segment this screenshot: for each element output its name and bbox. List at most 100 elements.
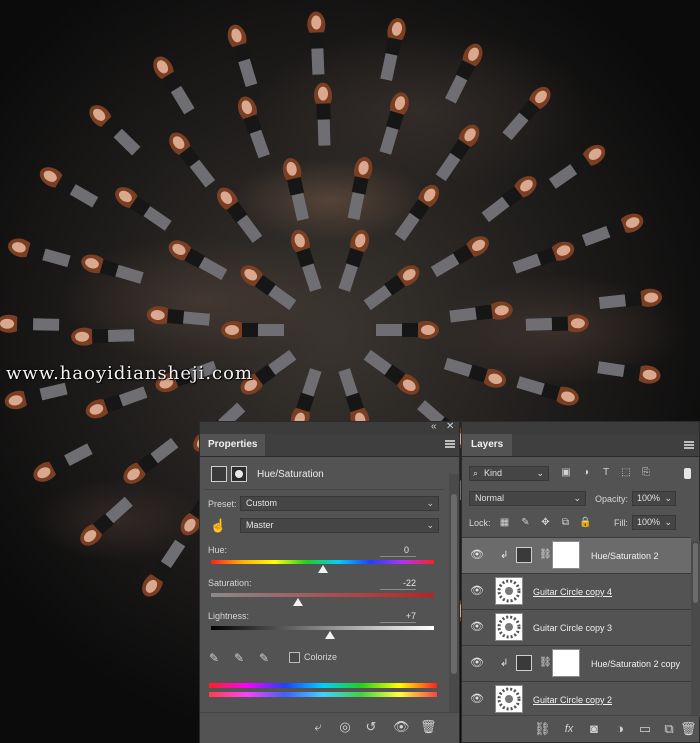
filter-toggle[interactable] [684,468,691,479]
adjustment-header: Hue/Saturation [211,464,324,484]
tab-layers[interactable]: Layers [462,434,513,456]
link-icon[interactable]: ⛓ [539,657,552,668]
hue-slider-thumb[interactable] [317,565,328,573]
pixel-filter-icon[interactable]: ▣ [559,466,573,480]
adjustment-icon[interactable] [211,466,227,482]
eye-icon[interactable]: 👁 [470,549,484,561]
layers-scrollbar[interactable] [691,541,700,717]
hue-value[interactable]: 0 [379,545,409,555]
saturation-slider-track[interactable] [211,593,434,597]
figure-mark [443,357,507,388]
menu-icon[interactable] [684,441,694,449]
lock-icon[interactable]: 🔒 [579,516,592,529]
eye-icon[interactable]: 👁 [470,621,484,633]
figure-mark [548,144,606,189]
opacity-label: Opacity: [595,494,629,504]
lock-transparent-icon[interactable]: ▦ [498,516,511,529]
blend-mode-select[interactable]: Normal ⌄ [469,491,586,506]
reset-icon[interactable]: ↺ [363,719,379,735]
layer-row[interactable]: 👁 Guitar Circle copy 4 [462,573,691,609]
eyedropper-minus-icon[interactable]: ✎ [259,651,273,665]
lightness-value[interactable]: +7 [386,611,416,621]
eye-icon[interactable]: 👁 [470,657,484,669]
layer-thumbnail[interactable] [495,577,523,605]
adjustment-layer-icon[interactable]: ◑ [612,721,628,737]
layer-thumbnail[interactable] [495,613,523,641]
view-previous-icon[interactable]: ◎ [337,719,353,735]
eye-icon[interactable]: 👁 [470,585,484,597]
smart-object-filter-icon[interactable]: ⎘ [639,466,653,480]
layer-name[interactable]: Guitar Circle copy 3 [533,623,612,633]
tab-properties[interactable]: Properties [200,434,266,456]
hue-value-underline [380,556,416,557]
close-icon[interactable]: ✕ [446,421,454,432]
eye-icon[interactable]: 👁 [470,693,484,705]
layer-mask-thumbnail[interactable] [552,541,580,569]
figure-mark [481,176,537,223]
hue-label: Hue: [208,545,228,555]
type-filter-icon[interactable]: T [599,466,613,480]
link-icon[interactable]: ⛓ [539,549,552,560]
figure-mark [240,265,297,311]
properties-bottom-bar: ⤶ ◎ ↺ 👁 🗑 [200,712,459,743]
figure-mark [81,254,144,284]
menu-icon[interactable] [445,440,455,448]
layer-name[interactable]: Hue/Saturation 2 [591,551,659,561]
properties-scrollbar[interactable] [449,474,459,719]
figure-mark [237,96,270,159]
saturation-value[interactable]: -22 [386,578,416,588]
layer-mask-thumbnail[interactable] [552,649,580,677]
blend-mode-value: Normal [475,493,505,503]
scrollbar-thumb[interactable] [693,543,698,603]
layer-row[interactable]: 👁 Guitar Circle copy 2 [462,681,691,717]
scrollbar-thumb[interactable] [451,494,457,674]
layer-name[interactable]: Guitar Circle copy 2 [533,695,612,705]
fx-icon[interactable]: fx [561,721,577,737]
figure-mark [314,82,333,146]
layer-row[interactable]: 👁 ↲ ⛓ Hue/Saturation 2 copy [462,645,691,681]
collapse-icon[interactable]: « [431,421,437,432]
trash-icon[interactable]: 🗑 [680,721,697,737]
lightness-slider-track[interactable] [211,626,434,630]
layer-name[interactable]: Guitar Circle copy 4 [533,587,612,597]
eyedropper-plus-icon[interactable]: ✎ [234,651,248,665]
layer-row[interactable]: 👁 ↲ ⛓ Hue/Saturation 2 [462,537,691,573]
figure-mark [430,236,489,278]
chevron-down-icon: ⌄ [426,498,434,508]
mask-icon[interactable] [231,466,247,482]
lock-artboard-icon[interactable]: ⧉ [559,516,572,529]
figure-mark [227,24,258,87]
figure-mark [153,56,195,115]
layer-thumbnail[interactable] [495,685,523,713]
shape-filter-icon[interactable]: ⬚ [619,466,633,480]
input-spectrum-bar [209,683,437,688]
link-layers-icon[interactable]: ⛓ [534,721,551,737]
figure-mark [89,105,141,156]
saturation-slider-thumb[interactable] [292,598,303,606]
layer-name[interactable]: Hue/Saturation 2 copy [591,659,680,669]
hand-target-icon[interactable]: ☝ [210,518,226,534]
opacity-field[interactable]: 100% ⌄ [632,491,676,506]
visibility-icon[interactable]: 👁 [393,719,410,735]
mask-icon[interactable]: ◙ [586,721,602,737]
trash-icon[interactable]: 🗑 [420,719,437,735]
figure-mark [380,17,406,82]
opacity-value: 100% [637,493,661,503]
folder-icon[interactable]: ▭ [637,721,653,737]
lightness-slider-thumb[interactable] [325,631,336,639]
preset-select[interactable]: Custom ⌄ [240,496,439,511]
adjustment-filter-icon[interactable]: ◑ [579,466,593,480]
eyedropper-icon[interactable]: ✎ [209,651,223,665]
channel-select[interactable]: Master ⌄ [240,518,439,533]
new-layer-icon[interactable]: ⧉ [661,721,677,737]
fill-field[interactable]: 100% ⌄ [632,515,676,530]
colorize-checkbox[interactable] [289,652,300,663]
adjustment-icon [516,655,532,671]
hue-slider-track[interactable] [211,560,434,564]
layers-topbar [462,422,699,434]
layer-row[interactable]: 👁 Guitar Circle copy 3 [462,609,691,645]
lock-image-icon[interactable]: ✎ [519,516,532,529]
kind-filter-select[interactable]: ⌕ Kind ⌄ [469,466,549,481]
lock-position-icon[interactable]: ✥ [539,516,552,529]
clip-to-layer-icon[interactable]: ⤶ [310,719,326,735]
